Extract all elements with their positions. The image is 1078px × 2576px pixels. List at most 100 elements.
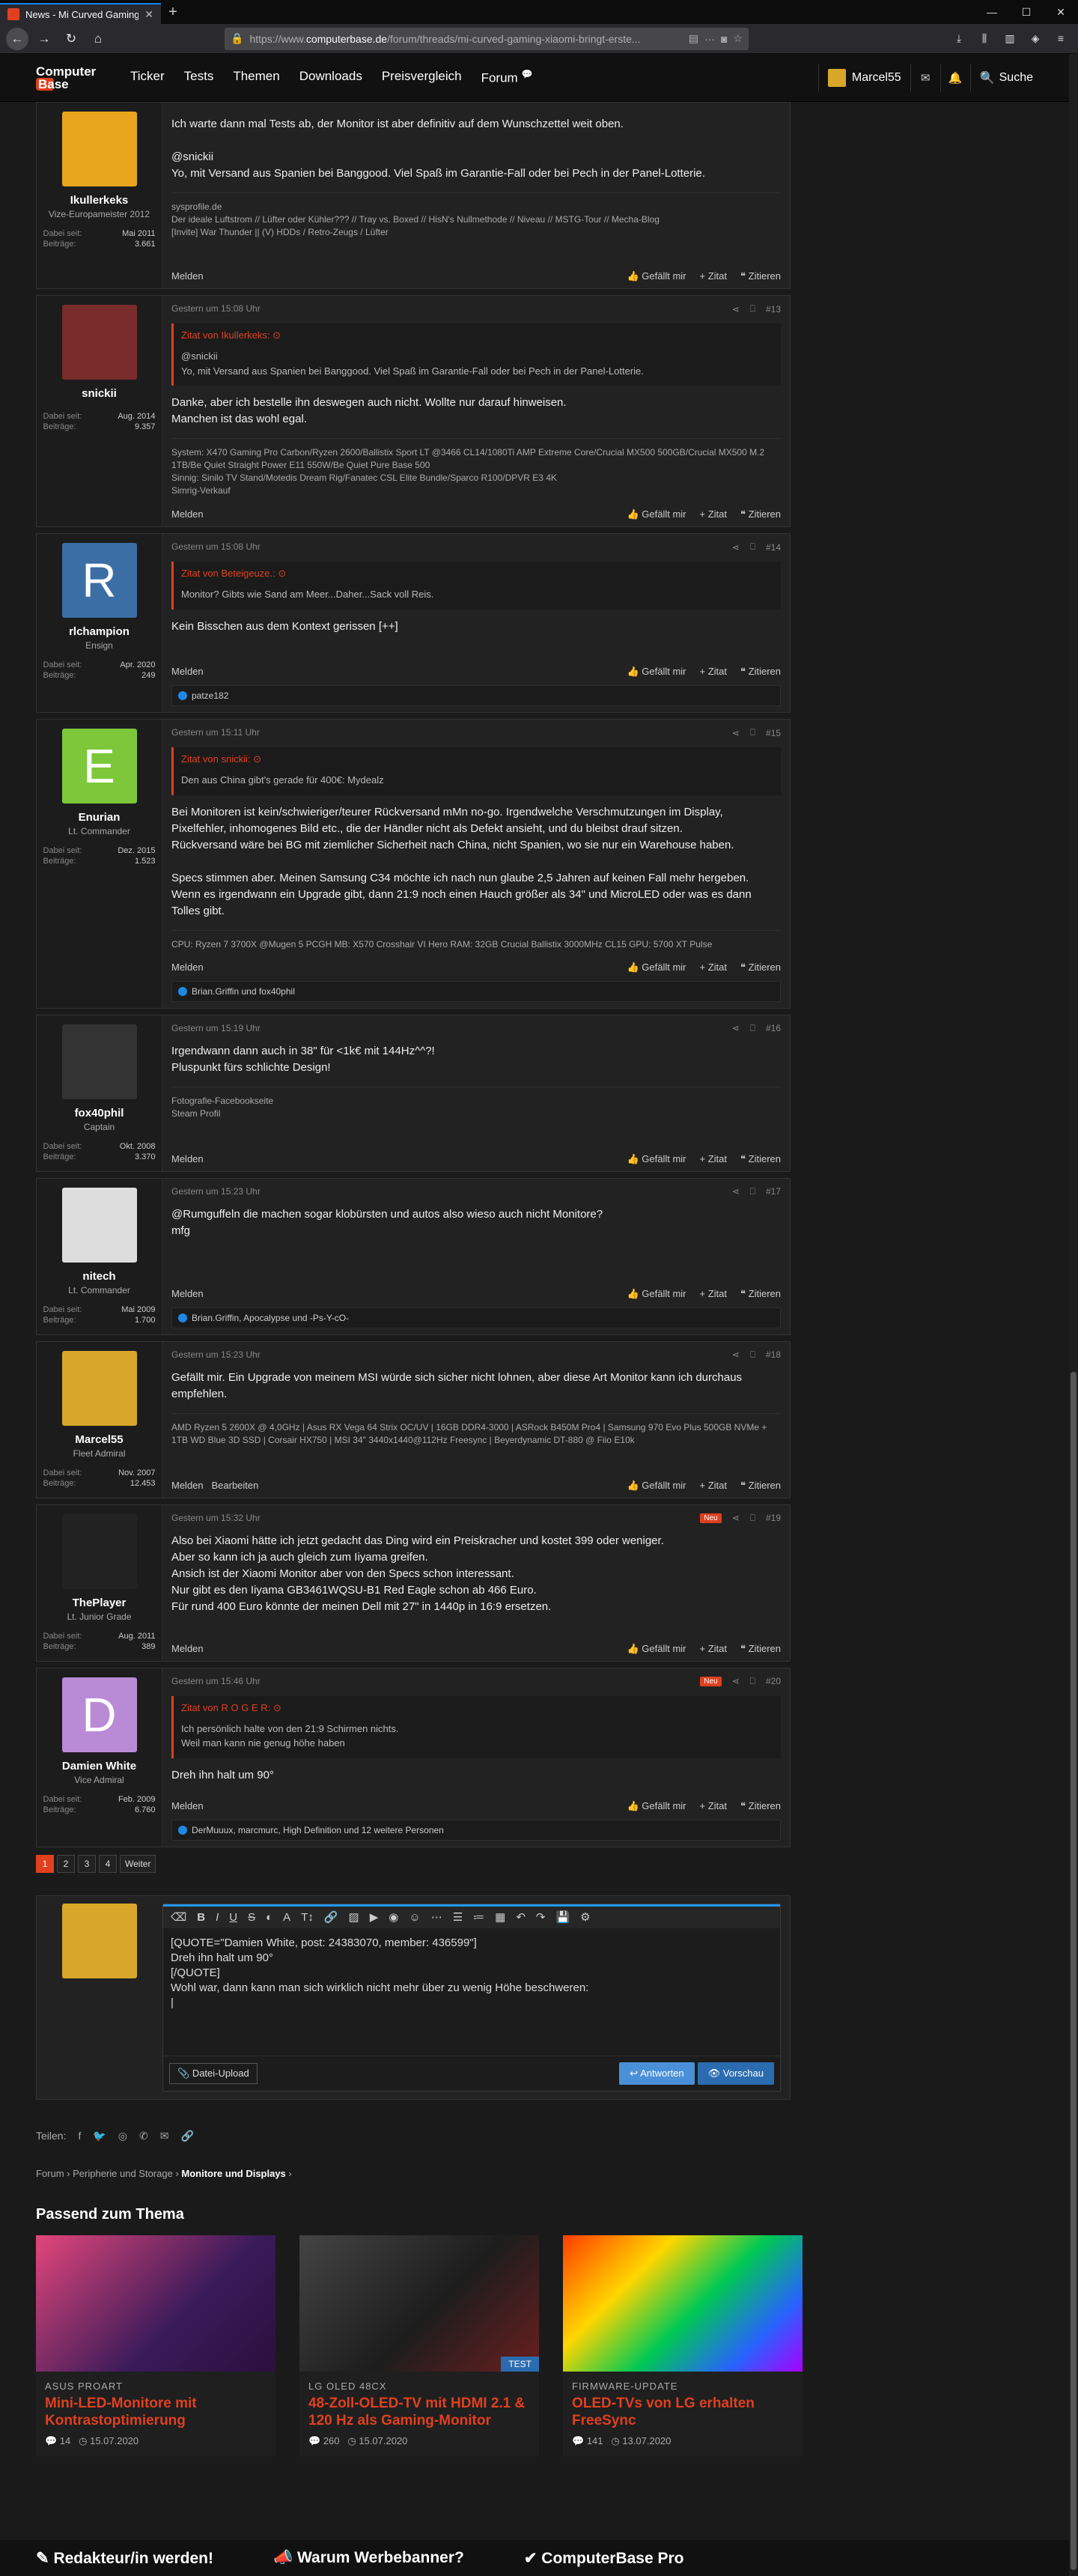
pocket-icon[interactable]: ◙ xyxy=(721,33,727,45)
author-name[interactable]: Enurian xyxy=(79,811,121,824)
post-date[interactable]: Gestern um 15:32 Uhr xyxy=(171,1513,261,1524)
post-date[interactable]: Gestern um 15:23 Uhr xyxy=(171,1349,261,1361)
post-date[interactable]: Gestern um 15:23 Uhr xyxy=(171,1186,261,1197)
author-name[interactable]: rlchampion xyxy=(69,625,130,638)
quote-author[interactable]: Zitat von snickii: ⊙ xyxy=(174,747,781,770)
forward-icon[interactable]: → xyxy=(33,28,55,50)
avatar[interactable] xyxy=(61,1024,137,1099)
sidebar-icon[interactable]: ▥ xyxy=(999,32,1021,45)
reactions-bar[interactable]: Brian.Griffin und fox40phil xyxy=(171,980,781,1002)
report-link[interactable]: Melden xyxy=(171,1643,204,1655)
quote-button[interactable]: + Zitat xyxy=(700,1288,728,1300)
signature-line[interactable]: System: X470 Gaming Pro Carbon/Ryzen 260… xyxy=(171,446,781,472)
like-button[interactable]: 👍 Gefällt mir xyxy=(627,1643,686,1655)
like-button[interactable]: 👍 Gefällt mir xyxy=(627,962,686,973)
like-button[interactable]: 👍 Gefällt mir xyxy=(627,666,686,678)
reply-quote-button[interactable]: ❝ Zitieren xyxy=(740,1153,781,1165)
nav-forum[interactable]: Forum 💬 xyxy=(481,69,533,86)
bookmark-star-icon[interactable]: ☆ xyxy=(733,32,743,45)
reactions-bar[interactable]: Brian.Griffin, Apocalypse und -Ps-Y-cO- xyxy=(171,1307,781,1328)
post-number[interactable]: #19 xyxy=(766,1513,781,1523)
nav-tests[interactable]: Tests xyxy=(184,69,214,86)
avatar[interactable] xyxy=(61,305,137,380)
bookmark-icon[interactable]: ⎕ xyxy=(750,1349,755,1361)
preview-button[interactable]: 👁 Vorschau xyxy=(697,2062,774,2085)
reply-quote-button[interactable]: ❝ Zitieren xyxy=(740,1800,781,1812)
author-name[interactable]: snickii xyxy=(82,387,117,400)
post-date[interactable]: Gestern um 15:46 Uhr xyxy=(171,1676,261,1687)
spoiler-icon[interactable]: ◉ xyxy=(389,1910,398,1924)
related-card[interactable]: TEST LG OLED 48CX 48-Zoll-OLED-TV mit HD… xyxy=(299,2235,539,2456)
link-copy-icon[interactable]: 🔗 xyxy=(180,2130,193,2142)
post-number[interactable]: #18 xyxy=(766,1349,781,1360)
bold-icon[interactable]: B xyxy=(197,1911,205,1924)
reddit-icon[interactable]: ◎ xyxy=(118,2130,127,2142)
bell-icon[interactable]: 🔔 xyxy=(940,64,970,91)
whatsapp-icon[interactable]: ✆ xyxy=(139,2130,148,2142)
post-date[interactable]: Gestern um 15:19 Uhr xyxy=(171,1023,261,1034)
new-tab-button[interactable]: + xyxy=(161,0,185,24)
avatar[interactable]: R xyxy=(61,543,137,618)
footer-editor-link[interactable]: ✎ Redakteur/in werden! xyxy=(36,2549,213,2568)
signature-line[interactable]: AMD Ryzen 5 2600X @ 4,0GHz | Asus RX Veg… xyxy=(171,1421,781,1447)
font-size-icon[interactable]: T↕ xyxy=(301,1911,314,1924)
font-icon[interactable]: A xyxy=(283,1911,290,1924)
nav-themen[interactable]: Themen xyxy=(233,69,279,86)
related-card[interactable]: FIRMWARE-UPDATE OLED-TVs von LG erhalten… xyxy=(563,2235,803,2456)
reply-quote-button[interactable]: ❝ Zitieren xyxy=(740,1288,781,1300)
related-title[interactable]: Mini-LED-Monitore mit Kontrastoptimierun… xyxy=(45,2395,267,2429)
nav-ticker[interactable]: Ticker xyxy=(130,69,165,86)
like-button[interactable]: 👍 Gefällt mir xyxy=(627,270,686,282)
reply-textarea[interactable]: [QUOTE="Damien White, post: 24383070, me… xyxy=(163,1928,780,2056)
related-image[interactable] xyxy=(36,2235,275,2372)
like-button[interactable]: 👍 Gefällt mir xyxy=(627,1288,686,1300)
report-link[interactable]: Melden xyxy=(171,666,204,678)
strike-icon[interactable]: S xyxy=(248,1911,255,1924)
eraser-icon[interactable]: ⌫ xyxy=(171,1910,186,1924)
library-icon[interactable]: ⫼ xyxy=(973,32,996,45)
emoji-icon[interactable]: ☺ xyxy=(409,1911,420,1924)
breadcrumb-item[interactable]: Peripherie und Storage xyxy=(73,2168,173,2179)
report-link[interactable]: Melden xyxy=(171,962,204,973)
report-link[interactable]: Melden xyxy=(171,1800,204,1812)
site-logo[interactable]: Computer Base xyxy=(36,61,120,94)
like-button[interactable]: 👍 Gefällt mir xyxy=(627,1153,686,1165)
reactions-bar[interactable]: patze182 xyxy=(171,685,781,706)
table-icon[interactable]: ▦ xyxy=(495,1910,505,1924)
avatar[interactable]: E xyxy=(61,729,137,804)
related-card[interactable]: ASUS PROART Mini-LED-Monitore mit Kontra… xyxy=(36,2235,275,2456)
report-link[interactable]: Melden xyxy=(171,270,204,282)
browser-tab[interactable]: News - Mi Curved Gaming: Xiaomi ✕ xyxy=(0,3,161,24)
avatar[interactable] xyxy=(61,1513,137,1589)
quote-button[interactable]: + Zitat xyxy=(700,666,728,678)
like-button[interactable]: 👍 Gefällt mir xyxy=(627,508,686,520)
like-button[interactable]: 👍 Gefällt mir xyxy=(627,1800,686,1812)
more-icon[interactable]: ··· xyxy=(704,33,715,45)
share-icon[interactable]: ⋖ xyxy=(732,304,740,315)
search-button[interactable]: 🔍 Suche xyxy=(969,64,1042,91)
page-button[interactable]: 1 xyxy=(36,1854,54,1873)
next-page-button[interactable]: Weiter xyxy=(120,1854,156,1873)
share-icon[interactable]: ⋖ xyxy=(732,1676,740,1686)
post-number[interactable]: #20 xyxy=(766,1676,781,1686)
list-icon[interactable]: ≔ xyxy=(473,1910,484,1924)
page-button[interactable]: 4 xyxy=(99,1854,117,1873)
author-name[interactable]: fox40phil xyxy=(75,1107,124,1120)
twitter-icon[interactable]: 🐦 xyxy=(93,2130,106,2142)
signature-line[interactable]: Steam Profil xyxy=(171,1108,781,1120)
post-number[interactable]: #17 xyxy=(766,1186,781,1197)
download-icon[interactable]: ⤓ xyxy=(948,32,970,45)
share-icon[interactable]: ⋖ xyxy=(732,1349,740,1360)
settings-icon[interactable]: ⚙ xyxy=(580,1910,590,1924)
author-name[interactable]: nitech xyxy=(82,1270,115,1283)
page-button[interactable]: 3 xyxy=(78,1854,96,1873)
footer-pro-link[interactable]: ✔ ComputerBase Pro xyxy=(524,2549,684,2568)
scrollbar-thumb[interactable] xyxy=(1071,1372,1077,2570)
scrollbar[interactable] xyxy=(1069,54,1078,2576)
post-number[interactable]: #16 xyxy=(766,1023,781,1033)
signature-line[interactable]: sysprofile.de xyxy=(171,201,781,213)
quote-button[interactable]: + Zitat xyxy=(700,1800,728,1812)
bookmark-icon[interactable]: ⎕ xyxy=(750,1676,755,1687)
signature-line[interactable]: CPU: Ryzen 7 3700X @Mugen 5 PCGH MB: X57… xyxy=(171,938,781,951)
quote-button[interactable]: + Zitat xyxy=(700,1480,728,1492)
